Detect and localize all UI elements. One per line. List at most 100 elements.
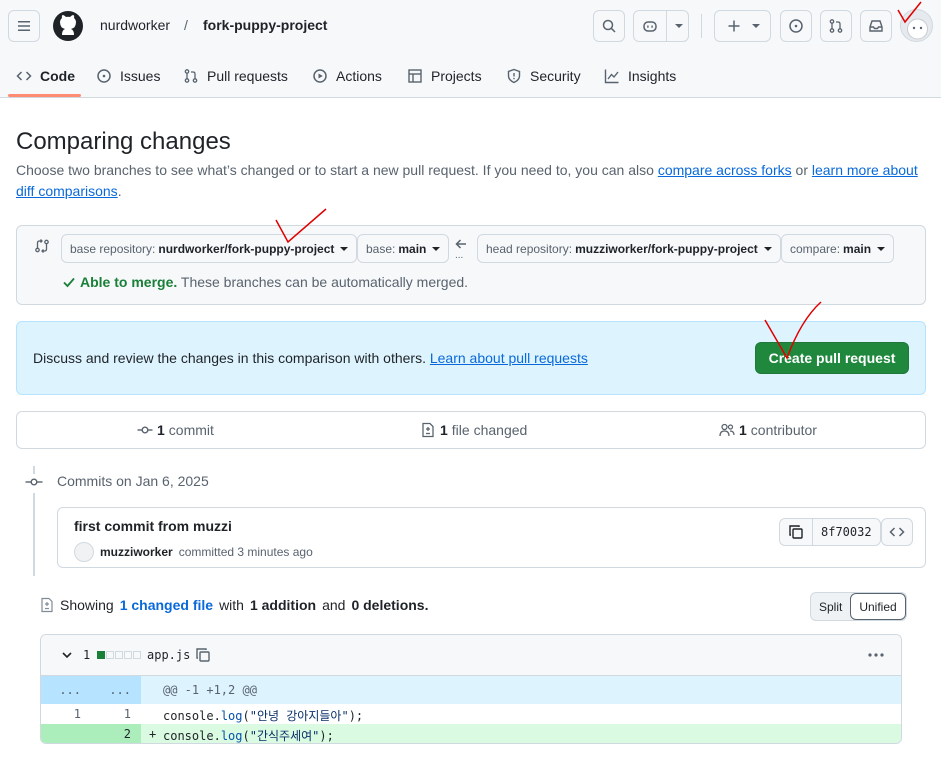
base-repository-select[interactable]: base repository: nurdworker/fork-puppy-pr… xyxy=(61,234,358,263)
code-token: console xyxy=(163,709,214,723)
addition-marker: + xyxy=(149,727,157,741)
banner-message: Discuss and review the changes in this c… xyxy=(33,350,430,366)
tab-label: Issues xyxy=(120,68,161,84)
file-diff-icon xyxy=(422,422,434,438)
tab-security[interactable]: Security xyxy=(506,56,581,96)
commit-item: first commit from muzzi muzziworker comm… xyxy=(57,507,926,568)
browse-repo-at-commit-button[interactable] xyxy=(881,518,913,546)
check-icon xyxy=(63,277,75,288)
commit-action: committed 3 minutes ago xyxy=(179,545,313,559)
select-value: main xyxy=(398,241,427,256)
breadcrumb-owner[interactable]: nurdworker xyxy=(100,17,170,33)
tab-label: Code xyxy=(40,68,75,84)
range-editor: base repository: nurdworker/fork-puppy-pr… xyxy=(16,225,926,305)
copilot-button[interactable] xyxy=(633,10,689,42)
search-button[interactable] xyxy=(593,10,625,42)
commits-label: commit xyxy=(168,422,214,438)
tab-projects[interactable]: Projects xyxy=(407,56,482,96)
code-token: ( xyxy=(242,709,250,723)
kebab-horizontal-icon[interactable] xyxy=(867,647,885,663)
tab-actions[interactable]: Actions xyxy=(312,56,382,96)
user-avatar[interactable] xyxy=(900,9,933,42)
code-token: . xyxy=(213,729,221,743)
code-token: "간식주세여" xyxy=(249,729,320,743)
avatar-image-icon xyxy=(907,18,928,40)
changed-files-link[interactable]: 1 changed file xyxy=(120,597,213,613)
copy-icon[interactable] xyxy=(195,647,211,663)
issue-opened-icon xyxy=(789,19,803,33)
banner-text: Discuss and review the changes in this c… xyxy=(33,350,588,366)
head-repository-select[interactable]: head repository: muzziworker/fork-puppy-p… xyxy=(477,234,781,263)
breadcrumb-repo[interactable]: fork-puppy-project xyxy=(203,17,327,33)
expand-down-dots[interactable]: ... xyxy=(91,683,131,697)
git-commit-icon xyxy=(137,426,153,434)
base-branch-select[interactable]: base: main xyxy=(357,234,450,263)
commits-stat[interactable]: 1 commit xyxy=(137,422,214,438)
comparison-stats: 1 commit 1 file changed 1 contributor xyxy=(16,411,926,449)
page-title: Comparing changes xyxy=(16,128,231,155)
code-token: "안녕 강아지들아" xyxy=(249,709,349,723)
copy-sha-button[interactable] xyxy=(779,518,813,546)
issues-shortcut-button[interactable] xyxy=(780,10,812,42)
deletions-count: 0 deletions xyxy=(351,597,425,613)
new-line-number[interactable]: 2 xyxy=(91,727,131,741)
contributors-label: contributor xyxy=(750,422,817,438)
commit-sha-link[interactable]: 8f70032 xyxy=(813,518,881,546)
tab-code[interactable]: Code xyxy=(16,56,75,96)
tab-issues[interactable]: Issues xyxy=(96,56,160,96)
commit-author-link[interactable]: muzziworker xyxy=(100,545,173,559)
expand-up-dots[interactable]: ... xyxy=(41,683,81,697)
triangle-down-icon xyxy=(432,246,441,251)
commit-message-link[interactable]: first commit from muzzi xyxy=(74,518,232,534)
hamburger-icon xyxy=(18,21,30,31)
avatar[interactable] xyxy=(74,542,94,562)
chevron-down-icon[interactable] xyxy=(61,649,73,661)
summary-text: and xyxy=(322,597,346,613)
new-line-number[interactable]: 1 xyxy=(91,707,131,721)
summary-text: Showing xyxy=(60,597,114,613)
play-icon xyxy=(313,69,327,83)
unified-view-button[interactable]: Unified xyxy=(850,593,906,620)
header-divider xyxy=(701,14,702,38)
pull-requests-shortcut-button[interactable] xyxy=(820,10,852,42)
create-pr-banner: Discuss and review the changes in this c… xyxy=(16,321,926,395)
line-code: console.log("안녕 강아지들아"); xyxy=(163,707,363,724)
git-compare-icon[interactable] xyxy=(34,238,50,254)
diff-line-added: 2 + console.log("간식주세여"); xyxy=(41,724,901,743)
git-pull-request-icon xyxy=(829,19,843,33)
tab-pull-requests[interactable]: Pull requests xyxy=(183,56,288,96)
split-view-button[interactable]: Split xyxy=(811,593,850,620)
page-description: Choose two branches to see what’s change… xyxy=(16,160,921,202)
create-new-button[interactable] xyxy=(714,10,771,42)
code-token: log xyxy=(220,729,243,743)
line-code: console.log("간식주세여"); xyxy=(163,727,334,743)
breadcrumb-separator: / xyxy=(184,17,188,33)
triangle-down-icon xyxy=(763,246,772,251)
chevron-down-icon[interactable] xyxy=(675,24,683,28)
create-pull-request-button[interactable]: Create pull request xyxy=(755,342,909,374)
code-icon xyxy=(16,71,32,81)
compare-across-forks-link[interactable]: compare across forks xyxy=(658,162,792,178)
file-name-link[interactable]: app.js xyxy=(147,648,190,662)
menu-button[interactable] xyxy=(8,10,40,42)
commit-group-title: Commits on Jan 6, 2025 xyxy=(57,473,209,489)
file-diff-icon xyxy=(41,597,53,613)
triangle-down-icon xyxy=(877,246,886,251)
diff-view-toggle: Split Unified xyxy=(810,592,907,621)
commit-sha-group: 8f70032 xyxy=(779,518,881,546)
chevron-down-icon xyxy=(751,24,760,28)
compare-branch-select[interactable]: compare: main xyxy=(781,234,895,263)
github-logo-icon[interactable] xyxy=(52,10,84,42)
git-pull-request-icon xyxy=(184,69,198,83)
code-token: ); xyxy=(319,729,334,743)
merge-status-label: Able to merge. xyxy=(80,274,178,290)
inbox-button[interactable] xyxy=(860,10,892,42)
learn-pull-requests-link[interactable]: Learn about pull requests xyxy=(430,350,588,366)
contributors-stat[interactable]: 1 contributor xyxy=(719,422,817,438)
old-line-number[interactable]: 1 xyxy=(41,707,81,721)
summary-text: with xyxy=(219,597,244,613)
files-changed-stat[interactable]: 1 file changed xyxy=(420,422,527,438)
changes-count: 1 xyxy=(83,648,91,662)
merge-status-note: These branches can be automatically merg… xyxy=(177,274,469,290)
tab-insights[interactable]: Insights xyxy=(604,56,676,96)
